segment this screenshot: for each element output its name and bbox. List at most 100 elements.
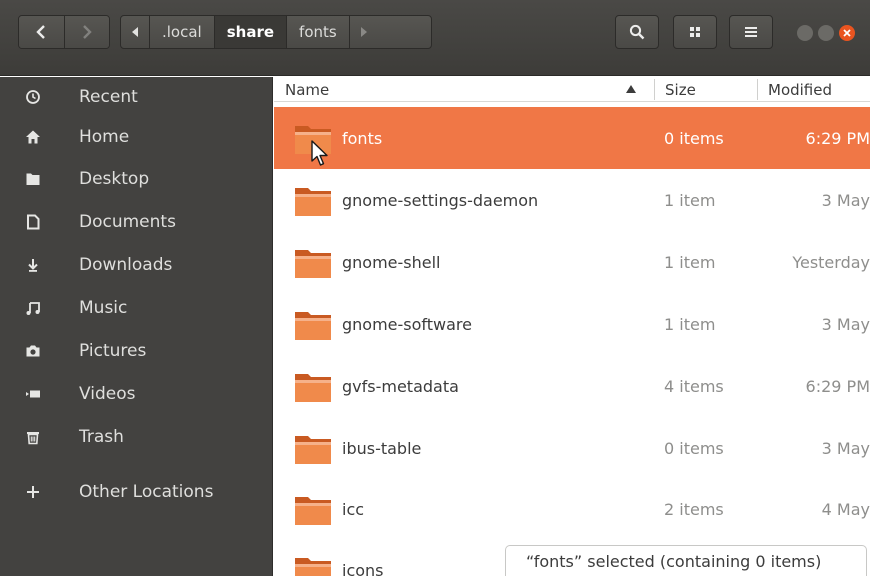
navigation-buttons: [18, 15, 110, 49]
folder-icon: [295, 250, 331, 278]
selection-status: “fonts” selected (containing 0 items): [505, 545, 867, 576]
sidebar-item-documents[interactable]: Documents: [0, 202, 272, 242]
sort-ascending-icon: [626, 85, 636, 93]
file-size: 0 items: [664, 438, 724, 458]
file-size: 0 items: [664, 128, 724, 148]
path-scroll-left-button[interactable]: [121, 16, 150, 48]
file-row-gnome-software[interactable]: gnome-software 1 item 3 May: [274, 293, 870, 355]
size-column-header[interactable]: Size: [665, 77, 696, 102]
file-name: gnome-shell: [342, 252, 441, 272]
file-modified: 6:29 PM: [805, 128, 870, 148]
file-size: 4 items: [664, 376, 724, 396]
desktop-folder-icon: [24, 170, 42, 188]
file-name: fonts: [342, 128, 383, 148]
chevron-left-icon: [36, 25, 46, 39]
file-name: gvfs-metadata: [342, 376, 459, 396]
file-name: ibus-table: [342, 438, 422, 458]
file-modified: 4 May: [821, 499, 870, 519]
column-separator: [757, 79, 758, 100]
sidebar-item-label: Downloads: [79, 255, 173, 275]
folder-icon: [295, 188, 331, 216]
close-icon: [843, 29, 851, 37]
chevron-right-icon: [82, 25, 92, 39]
sidebar-item-label: Music: [79, 298, 128, 318]
file-modified: Yesterday: [792, 252, 870, 272]
file-name: gnome-settings-daemon: [342, 190, 539, 210]
file-row-gvfs-metadata[interactable]: gvfs-metadata 4 items 6:29 PM: [274, 355, 870, 417]
folder-icon: [295, 497, 331, 525]
sidebar-item-pictures[interactable]: Pictures: [0, 331, 272, 371]
camera-icon: [24, 342, 42, 360]
download-icon: [24, 256, 42, 274]
file-modified: 6:29 PM: [805, 376, 870, 396]
music-icon: [24, 299, 42, 317]
sidebar-item-label: Desktop: [79, 169, 150, 189]
path-segment-share[interactable]: share: [214, 16, 288, 48]
path-scroll-right-button[interactable]: [350, 16, 378, 48]
header-bar: .local share fonts: [0, 0, 870, 76]
sidebar-item-label: Home: [79, 127, 130, 147]
home-icon: [24, 128, 42, 146]
modified-column-header[interactable]: Modified: [768, 77, 832, 102]
file-size: 2 items: [664, 499, 724, 519]
search-icon: [629, 24, 645, 40]
file-row-ibus-table[interactable]: ibus-table 0 items 3 May: [274, 417, 870, 479]
path-bar: .local share fonts: [120, 15, 432, 49]
file-row-icc[interactable]: icc 2 items 4 May: [274, 478, 870, 540]
file-modified: 3 May: [821, 314, 870, 334]
close-button[interactable]: [839, 25, 855, 41]
video-icon: [24, 385, 42, 403]
grid-view-icon: [690, 27, 700, 37]
sidebar-item-downloads[interactable]: Downloads: [0, 245, 272, 285]
sidebar-item-desktop[interactable]: Desktop: [0, 159, 272, 199]
folder-icon: [295, 374, 331, 402]
name-column-header[interactable]: Name: [285, 77, 329, 102]
sidebar-item-trash[interactable]: Trash: [0, 417, 272, 457]
folder-icon: [295, 436, 331, 464]
forward-button[interactable]: [63, 16, 109, 48]
file-row-gnome-settings-daemon[interactable]: gnome-settings-daemon 1 item 3 May: [274, 169, 870, 231]
sidebar-item-other-locations[interactable]: Other Locations: [0, 472, 272, 512]
back-button[interactable]: [19, 16, 64, 48]
document-icon: [24, 213, 42, 231]
folder-icon: [295, 558, 331, 576]
sidebar-item-music[interactable]: Music: [0, 288, 272, 328]
file-name: gnome-software: [342, 314, 472, 334]
search-button[interactable]: [615, 15, 659, 49]
sidebar-item-label: Documents: [79, 212, 176, 232]
sidebar-item-label: Trash: [79, 427, 124, 447]
sidebar-item-label: Recent: [79, 87, 138, 107]
minimize-button[interactable]: [797, 25, 813, 41]
triangle-right-icon: [360, 27, 367, 37]
hamburger-menu-icon: [745, 27, 757, 37]
file-name: icons: [342, 560, 384, 576]
sidebar-item-recent[interactable]: Recent: [0, 77, 272, 117]
trash-icon: [24, 428, 42, 446]
sidebar-item-home[interactable]: Home: [0, 117, 272, 157]
sidebar-item-label: Other Locations: [79, 482, 214, 502]
path-segment-fonts[interactable]: fonts: [287, 16, 350, 48]
file-size: 1 item: [664, 190, 716, 210]
sidebar-item-videos[interactable]: Videos: [0, 374, 272, 414]
clock-icon: [24, 88, 42, 106]
view-toggle-button[interactable]: [673, 15, 717, 49]
maximize-button[interactable]: [818, 25, 834, 41]
file-row-fonts[interactable]: fonts 0 items 6:29 PM: [274, 107, 870, 169]
sidebar-item-label: Pictures: [79, 341, 147, 361]
file-row-gnome-shell[interactable]: gnome-shell 1 item Yesterday: [274, 231, 870, 293]
path-segment-local[interactable]: .local: [150, 16, 215, 48]
file-size: 1 item: [664, 252, 716, 272]
folder-icon: [295, 312, 331, 340]
sidebar-item-label: Videos: [79, 384, 136, 404]
plus-icon: [24, 483, 42, 501]
triangle-left-icon: [132, 27, 138, 37]
menu-button[interactable]: [729, 15, 773, 49]
file-size: 1 item: [664, 314, 716, 334]
file-name: icc: [342, 499, 365, 519]
file-list-view: Name Size Modified fonts 0 items 6:29 PM…: [274, 77, 870, 576]
file-modified: 3 May: [821, 190, 870, 210]
column-header: Name Size Modified: [274, 77, 870, 102]
places-sidebar: Recent Home Desktop Documents Downloads …: [0, 77, 273, 576]
column-separator: [654, 79, 655, 100]
mouse-pointer-icon: [311, 140, 328, 166]
